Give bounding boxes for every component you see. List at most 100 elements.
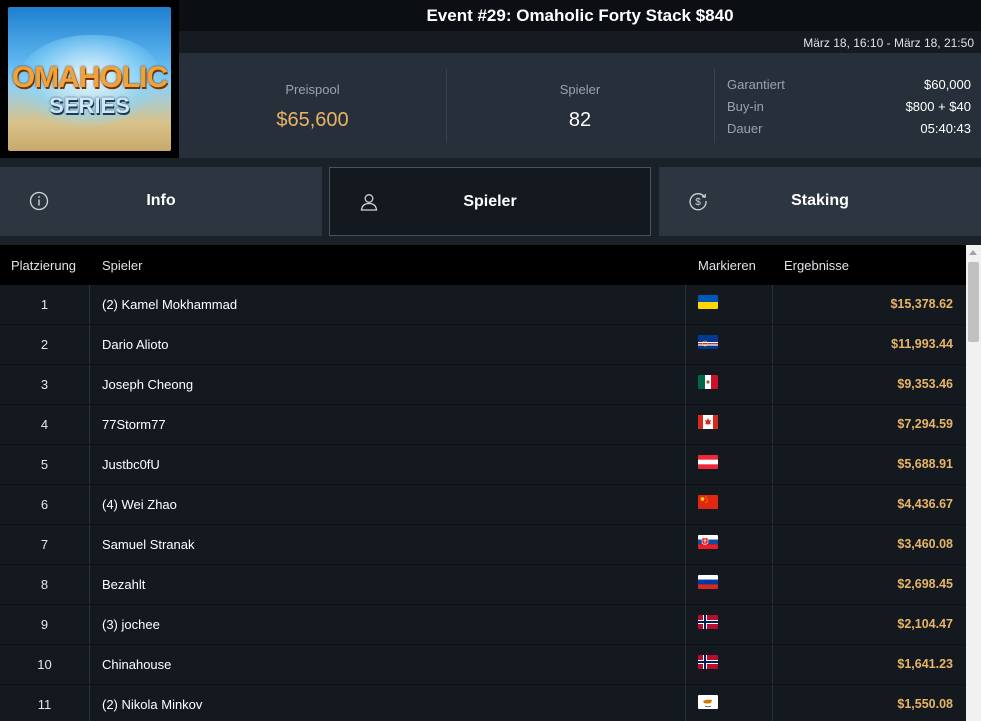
result-value: $3,460.08 bbox=[897, 537, 953, 551]
mark-cell bbox=[685, 285, 773, 324]
slovakia-flag-icon bbox=[698, 535, 718, 549]
mexico-flag-icon bbox=[698, 375, 718, 389]
ukraine-flag-icon bbox=[698, 295, 718, 309]
players-value: 82 bbox=[568, 109, 592, 131]
header-player[interactable]: Spieler bbox=[102, 258, 142, 273]
header-mark[interactable]: Markieren bbox=[698, 258, 756, 273]
divider bbox=[714, 69, 715, 143]
date-bar: März 18, 16:10 - März 18, 21:50 bbox=[179, 31, 981, 53]
tab-info[interactable]: Info bbox=[0, 167, 322, 236]
rank-cell: 8 bbox=[0, 565, 90, 604]
tab-label: Spieler bbox=[463, 193, 517, 210]
austria-flag-icon bbox=[698, 455, 718, 469]
header-rank[interactable]: Platzierung bbox=[11, 258, 76, 273]
tab-players[interactable]: Spieler bbox=[329, 167, 651, 236]
result-value: $1,641.23 bbox=[897, 657, 953, 671]
china-flag-icon bbox=[698, 495, 718, 509]
table-row[interactable]: 5 Justbc0fU $5,688.91 bbox=[0, 445, 966, 485]
player-name[interactable]: Joseph Cheong bbox=[102, 365, 193, 404]
player-name[interactable]: Chinahouse bbox=[102, 645, 171, 684]
players-stat: Spieler 82 bbox=[446, 53, 714, 158]
table-row[interactable]: 9 (3) jochee $2,104.47 bbox=[0, 605, 966, 645]
player-name[interactable]: Samuel Stranak bbox=[102, 525, 195, 564]
prize-pool-label: Preispool bbox=[285, 82, 340, 97]
table-row[interactable]: 8 Bezahlt $2,698.45 bbox=[0, 565, 966, 605]
results-table: Platzierung Spieler Markieren Ergebnisse… bbox=[0, 245, 966, 721]
norway-flag-icon bbox=[698, 615, 718, 629]
series-logo: OMAHOLIC SERIES bbox=[0, 0, 179, 158]
tab-label: Staking bbox=[791, 192, 849, 209]
table-row[interactable]: 3 Joseph Cheong $9,353.46 bbox=[0, 365, 966, 405]
mark-cell bbox=[685, 645, 773, 684]
mark-cell bbox=[685, 485, 773, 524]
cyprus-flag-icon bbox=[698, 695, 718, 709]
player-name[interactable]: (3) jochee bbox=[102, 605, 160, 644]
scrollbar[interactable] bbox=[966, 245, 981, 721]
players-label: Spieler bbox=[559, 82, 601, 97]
tab-staking[interactable]: $ Staking bbox=[659, 167, 981, 236]
player-name[interactable]: Justbc0fU bbox=[102, 445, 160, 484]
result-value: $5,688.91 bbox=[897, 457, 953, 471]
result-value: $2,104.47 bbox=[897, 617, 953, 631]
rank-cell: 5 bbox=[0, 445, 90, 484]
russia-flag-icon bbox=[698, 575, 718, 589]
result-value: $4,436.67 bbox=[897, 497, 953, 511]
result-value: $15,378.62 bbox=[890, 297, 953, 311]
mark-cell bbox=[685, 325, 773, 364]
player-name[interactable]: Dario Alioto bbox=[102, 325, 168, 364]
result-value: $1,550.08 bbox=[897, 697, 953, 711]
rank-cell: 1 bbox=[0, 285, 90, 324]
result-value: $7,294.59 bbox=[897, 417, 953, 431]
mark-cell bbox=[685, 525, 773, 564]
player-name[interactable]: (4) Wei Zhao bbox=[102, 485, 177, 524]
table-row[interactable]: 11 (2) Nikola Minkov $1,550.08 bbox=[0, 685, 966, 721]
tournament-stats: Preispool $65,600 Spieler 82 Garantiert … bbox=[179, 53, 981, 158]
mark-cell bbox=[685, 445, 773, 484]
mark-cell bbox=[685, 605, 773, 644]
table-header: Platzierung Spieler Markieren Ergebnisse bbox=[0, 245, 966, 285]
rank-cell: 10 bbox=[0, 645, 90, 684]
rank-cell: 4 bbox=[0, 405, 90, 444]
result-value: $11,993.44 bbox=[891, 337, 953, 351]
result-value: $2,698.45 bbox=[897, 577, 953, 591]
table-row[interactable]: 2 Dario Alioto $11,993.44 bbox=[0, 325, 966, 365]
detail-value: 05:40:43 bbox=[920, 121, 971, 136]
player-name[interactable]: (2) Kamel Mokhammad bbox=[102, 285, 237, 324]
table-row[interactable]: 1 (2) Kamel Mokhammad $15,378.62 bbox=[0, 285, 966, 325]
detail-key: Garantiert bbox=[727, 77, 785, 92]
event-title: Event #29: Omaholic Forty Stack $840 bbox=[426, 6, 734, 25]
detail-value: $800 + $40 bbox=[905, 99, 971, 114]
logo-text-line1: OMAHOLIC bbox=[11, 61, 168, 94]
table-row[interactable]: 4 77Storm77 $7,294.59 bbox=[0, 405, 966, 445]
table-row[interactable]: 7 Samuel Stranak $3,460.08 bbox=[0, 525, 966, 565]
prize-pool-value: $65,600 bbox=[276, 109, 349, 131]
rank-cell: 7 bbox=[0, 525, 90, 564]
norway-flag-icon bbox=[698, 655, 718, 669]
result-value: $9,353.46 bbox=[897, 377, 953, 391]
detail-value: $60,000 bbox=[924, 77, 971, 92]
tab-label: Info bbox=[146, 192, 176, 209]
rank-cell: 2 bbox=[0, 325, 90, 364]
table-row[interactable]: 10 Chinahouse $1,641.23 bbox=[0, 645, 966, 685]
prize-pool-stat: Preispool $65,600 bbox=[179, 53, 446, 158]
series-logo-image: OMAHOLIC SERIES bbox=[8, 7, 171, 151]
rank-cell: 3 bbox=[0, 365, 90, 404]
event-date-range: März 18, 16:10 - März 18, 21:50 bbox=[803, 36, 974, 50]
mark-cell bbox=[685, 365, 773, 404]
detail-key: Dauer bbox=[727, 121, 763, 136]
mark-cell bbox=[685, 405, 773, 444]
rank-cell: 9 bbox=[0, 605, 90, 644]
mark-cell bbox=[685, 685, 773, 721]
player-name[interactable]: (2) Nikola Minkov bbox=[102, 685, 202, 721]
scrollbar-thumb[interactable] bbox=[968, 262, 979, 342]
title-bar: Event #29: Omaholic Forty Stack $840 bbox=[179, 0, 981, 31]
header-results[interactable]: Ergebnisse bbox=[784, 258, 849, 273]
player-name[interactable]: Bezahlt bbox=[102, 565, 145, 604]
rank-cell: 11 bbox=[0, 685, 90, 721]
detail-key: Buy-in bbox=[727, 99, 764, 114]
mark-cell bbox=[685, 565, 773, 604]
player-name[interactable]: 77Storm77 bbox=[102, 405, 166, 444]
table-row[interactable]: 6 (4) Wei Zhao $4,436.67 bbox=[0, 485, 966, 525]
logo-text-line2: SERIES bbox=[49, 93, 130, 118]
scroll-up-arrow-icon[interactable] bbox=[969, 250, 977, 255]
